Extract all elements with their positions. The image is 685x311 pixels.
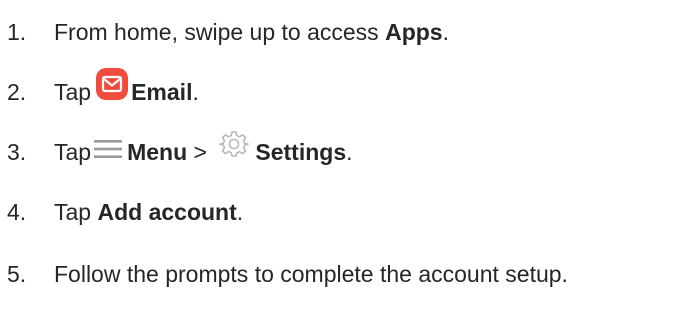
step-1: 1. From home, swipe up to access Apps . xyxy=(0,12,449,52)
email-icon xyxy=(95,67,129,101)
step-4: 4. Tap Add account . xyxy=(0,192,243,232)
step-number: 4. xyxy=(7,198,27,225)
step-punct: . xyxy=(192,78,199,105)
step-bold-add-account: Add account xyxy=(97,198,237,225)
step-text: From home, swipe up to access xyxy=(54,18,386,45)
gear-icon xyxy=(219,129,250,159)
step-separator: > xyxy=(187,138,214,165)
step-bold-settings: Settings xyxy=(255,138,347,165)
step-text: Tap xyxy=(54,78,92,105)
step-text: Tap xyxy=(54,138,92,165)
step-5: 5. Follow the prompts to complete the ac… xyxy=(0,254,568,294)
step-text: Follow the prompts to complete the accou… xyxy=(54,260,568,287)
step-number: 3. xyxy=(7,138,27,165)
step-number: 5. xyxy=(7,260,27,287)
step-punct: . xyxy=(346,138,353,165)
step-number: 1. xyxy=(7,18,27,45)
step-bold-apps: Apps xyxy=(385,18,443,45)
step-number: 2. xyxy=(7,78,27,105)
step-2: 2. Tap Email . xyxy=(0,68,199,112)
step-punct: . xyxy=(236,198,244,225)
step-bold-email: Email xyxy=(131,78,193,105)
step-punct: . xyxy=(442,18,449,45)
step-text: Tap xyxy=(54,198,98,225)
menu-icon xyxy=(93,138,123,160)
step-3: 3. Tap Menu > Settings . xyxy=(0,129,353,172)
step-bold-menu: Menu xyxy=(127,138,188,165)
